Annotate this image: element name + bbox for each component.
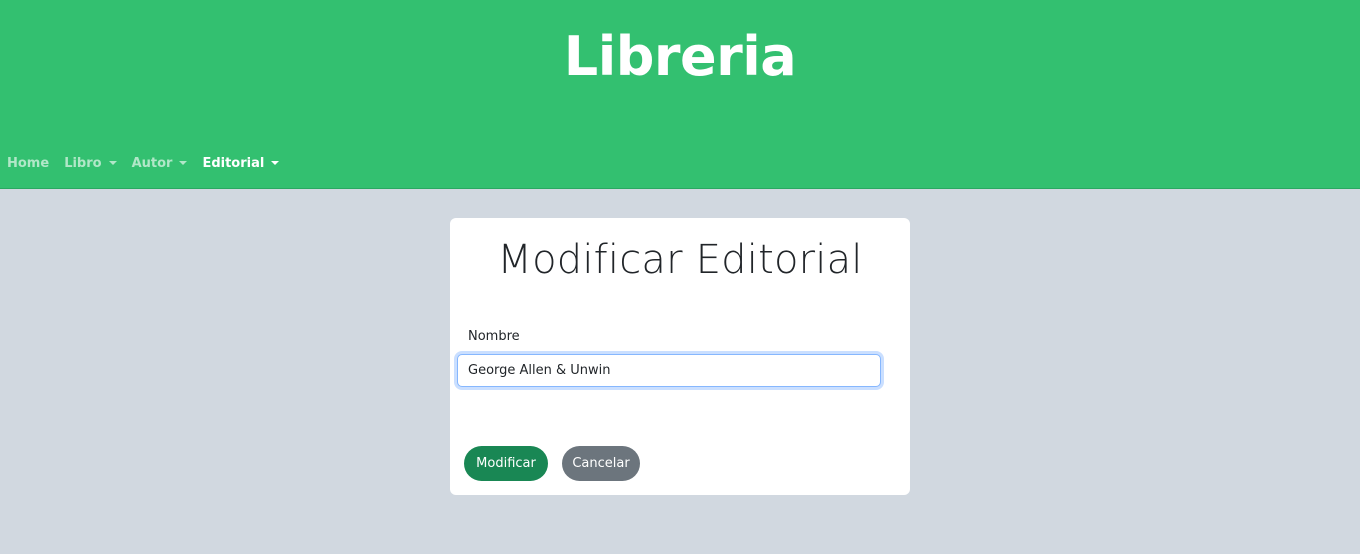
nav-item-label: Libro	[64, 156, 102, 171]
nav-item-editorial[interactable]: Editorial	[195, 150, 286, 178]
nombre-input[interactable]	[457, 354, 881, 387]
edit-editorial-card: Modificar Editorial Nombre Modificar Can…	[450, 218, 910, 495]
caret-down-icon	[271, 161, 280, 165]
main-navbar: Home Libro Autor Editorial	[0, 150, 287, 178]
nav-item-label: Editorial	[202, 156, 265, 171]
nav-item-label: Autor	[131, 156, 173, 171]
cancelar-button[interactable]: Cancelar	[562, 446, 640, 481]
site-header: Libreria Home Libro Autor Editorial	[0, 0, 1360, 189]
caret-down-icon	[108, 161, 117, 165]
caret-down-icon	[179, 161, 188, 165]
nav-item-libro[interactable]: Libro	[57, 150, 123, 178]
nombre-label: Nombre	[468, 329, 520, 344]
nav-item-label: Home	[7, 156, 50, 171]
modificar-button[interactable]: Modificar	[464, 446, 548, 481]
nav-item-home[interactable]: Home	[0, 150, 56, 178]
site-title: Libreria	[563, 25, 797, 88]
nav-item-autor[interactable]: Autor	[125, 150, 195, 178]
form-title: Modificar Editorial	[497, 237, 863, 283]
